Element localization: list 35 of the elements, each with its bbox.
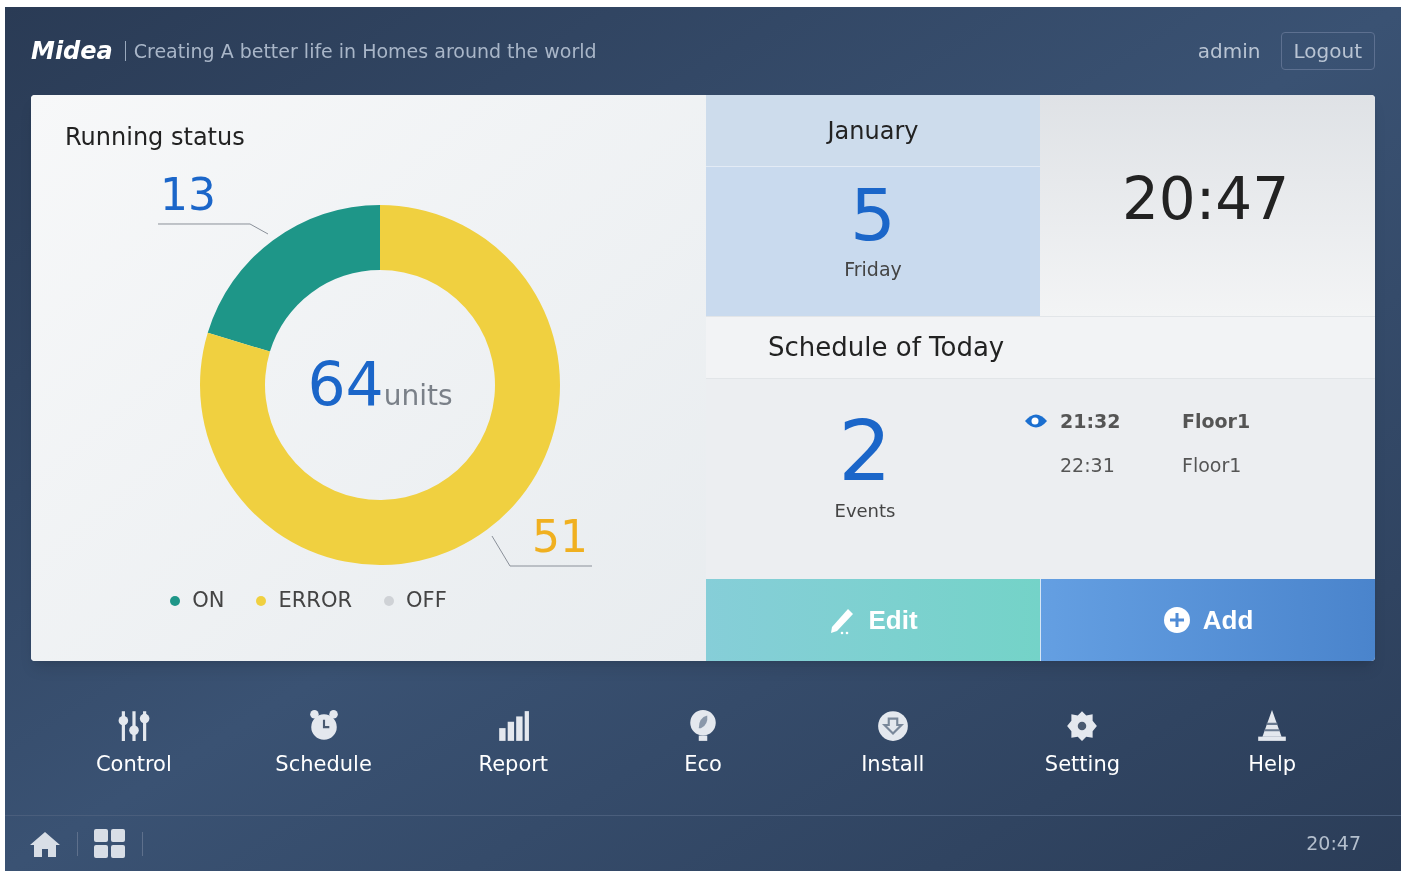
schedule-event[interactable]: 21:32 Floor1 xyxy=(1024,407,1251,435)
nav-item[interactable]: Report xyxy=(418,709,609,799)
schedule-title: Schedule of Today xyxy=(706,316,1375,379)
schedule-event[interactable]: 22:31 Floor1 xyxy=(1024,451,1251,479)
home-icon[interactable] xyxy=(29,829,61,858)
month-label: January xyxy=(706,95,1040,167)
nav-item[interactable]: Help xyxy=(1177,709,1368,799)
panel-title: Running status xyxy=(64,122,246,153)
nav-item[interactable]: Eco xyxy=(608,709,798,799)
logout-button[interactable]: Logout xyxy=(1280,32,1375,70)
events-label: Events xyxy=(834,499,896,523)
weekday-label: Friday xyxy=(844,257,902,282)
status-time: 20:47 xyxy=(1306,831,1361,857)
legend-label: ERROR xyxy=(278,587,353,614)
nav-item[interactable]: Setting xyxy=(987,709,1178,799)
logo: Midea xyxy=(31,36,113,67)
clock-time: 20:47 xyxy=(1121,167,1290,235)
eye-icon xyxy=(1024,412,1048,430)
slogan: Creating A better life in Homes around the world xyxy=(124,41,597,61)
nav-item[interactable]: Schedule xyxy=(228,709,419,799)
nav-item[interactable]: Control xyxy=(39,709,229,799)
data-label: 13 xyxy=(160,169,216,220)
bar-chart-icon xyxy=(496,709,531,743)
event-count: 2 xyxy=(838,409,892,493)
data-label: 51 xyxy=(532,511,588,562)
total-units: 64units xyxy=(307,349,453,419)
legend-label: OFF xyxy=(406,587,447,614)
day-number: 5 xyxy=(850,179,896,251)
nav-item[interactable]: Install xyxy=(797,709,988,799)
grid-icon[interactable] xyxy=(94,828,126,859)
download-circle-icon xyxy=(875,709,910,743)
plus-circle-icon xyxy=(1162,606,1191,634)
sliders-icon xyxy=(116,709,151,743)
user-name: admin xyxy=(1197,38,1261,65)
legend-label: ON xyxy=(192,587,225,614)
